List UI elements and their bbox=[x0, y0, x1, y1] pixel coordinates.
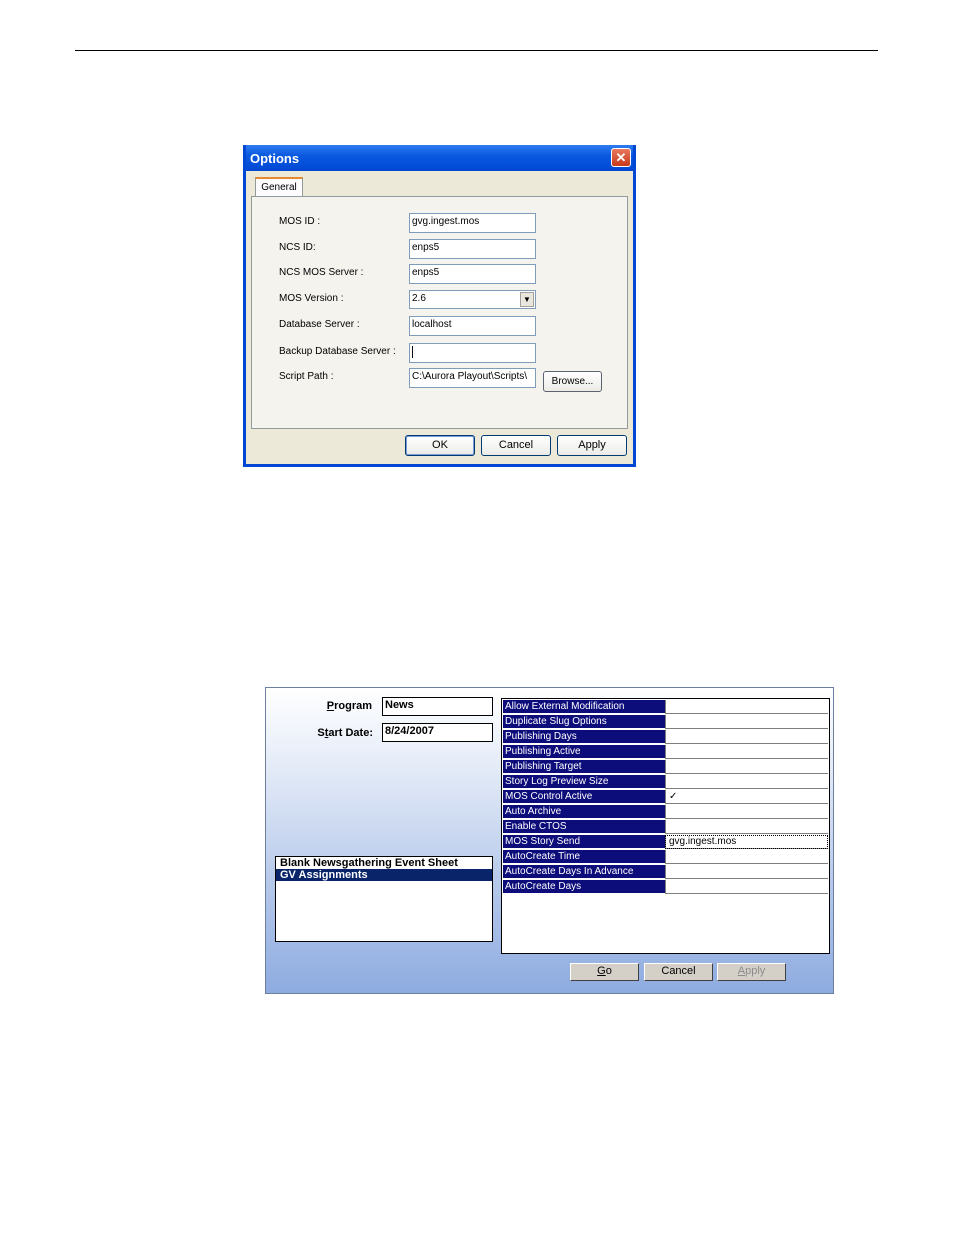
backup-database-server-field[interactable] bbox=[409, 343, 536, 363]
table-row[interactable]: MOS Control Active ✓ bbox=[502, 790, 829, 805]
ncs-mos-server-row: NCS MOS Server : enps5 bbox=[252, 264, 627, 284]
property-name: MOS Control Active bbox=[503, 790, 665, 804]
table-row[interactable]: AutoCreate Days bbox=[502, 880, 829, 895]
options-dialog: Options ✕ General MOS ID : gvg.ingest.mo… bbox=[243, 145, 636, 467]
property-value[interactable] bbox=[665, 775, 828, 789]
dialog-title-bar[interactable]: Options ✕ bbox=[246, 145, 633, 171]
cancel-button[interactable]: Cancel bbox=[481, 435, 551, 456]
property-value[interactable] bbox=[665, 805, 828, 819]
property-name: Publishing Days bbox=[503, 730, 665, 744]
apply-button[interactable]: Apply bbox=[557, 435, 627, 456]
backup-database-server-row: Backup Database Server : bbox=[252, 343, 627, 363]
table-row[interactable]: AutoCreate Days In Advance bbox=[502, 865, 829, 880]
apply-button-rest: pply bbox=[745, 965, 766, 977]
property-name: AutoCreate Days bbox=[503, 880, 665, 894]
script-path-label: Script Path : bbox=[279, 371, 334, 382]
table-row[interactable]: Publishing Active bbox=[502, 745, 829, 760]
property-name: AutoCreate Time bbox=[503, 850, 665, 864]
property-name: AutoCreate Days In Advance bbox=[503, 865, 665, 879]
property-name: Enable CTOS bbox=[503, 820, 665, 834]
table-row[interactable]: Duplicate Slug Options bbox=[502, 715, 829, 730]
mos-version-value: 2.6 bbox=[412, 293, 426, 304]
ncs-id-field[interactable]: enps5 bbox=[409, 239, 536, 259]
property-grid: Allow External Modification Duplicate Sl… bbox=[501, 698, 830, 954]
program-label-hotkey: P bbox=[326, 700, 335, 712]
mos-id-field[interactable]: gvg.ingest.mos bbox=[409, 213, 536, 233]
table-row[interactable]: Allow External Modification bbox=[502, 700, 829, 715]
backup-database-server-label: Backup Database Server : bbox=[279, 346, 396, 357]
program-label: Program bbox=[306, 700, 372, 712]
property-name: Story Log Preview Size bbox=[503, 775, 665, 789]
ncs-id-row: NCS ID: enps5 bbox=[252, 239, 627, 259]
table-row[interactable]: MOS Story Send gvg.ingest.mos bbox=[502, 835, 829, 850]
ncs-mos-server-field[interactable]: enps5 bbox=[409, 264, 536, 284]
mos-id-row: MOS ID : gvg.ingest.mos bbox=[252, 213, 627, 233]
go-button-rest: o bbox=[605, 965, 612, 977]
go-button[interactable]: Go bbox=[570, 963, 639, 981]
chevron-down-icon[interactable]: ▼ bbox=[520, 292, 534, 307]
template-list[interactable]: Blank Newsgathering Event Sheet GV Assig… bbox=[275, 856, 493, 942]
database-server-row: Database Server : localhost bbox=[252, 316, 627, 336]
property-name: Duplicate Slug Options bbox=[503, 715, 665, 729]
check-icon[interactable]: ✓ bbox=[665, 790, 828, 804]
property-name: Allow External Modification bbox=[503, 700, 665, 714]
cancel-button[interactable]: Cancel bbox=[644, 963, 713, 981]
property-name: Publishing Active bbox=[503, 745, 665, 759]
list-item-selected[interactable]: GV Assignments bbox=[276, 869, 492, 881]
dialog-body: General MOS ID : gvg.ingest.mos NCS ID: … bbox=[246, 171, 633, 464]
close-icon[interactable]: ✕ bbox=[611, 148, 631, 167]
property-value[interactable] bbox=[665, 850, 828, 864]
apply-button[interactable]: Apply bbox=[717, 963, 786, 981]
program-input[interactable]: News bbox=[382, 697, 493, 716]
property-name: Auto Archive bbox=[503, 805, 665, 819]
text-caret bbox=[412, 346, 413, 358]
mos-id-label: MOS ID : bbox=[279, 216, 321, 227]
database-server-label: Database Server : bbox=[279, 319, 360, 330]
browse-button[interactable]: Browse... bbox=[543, 371, 602, 392]
list-item[interactable]: Blank Newsgathering Event Sheet bbox=[276, 857, 492, 869]
ncs-id-label: NCS ID: bbox=[279, 242, 316, 253]
table-row[interactable]: AutoCreate Time bbox=[502, 850, 829, 865]
database-server-field[interactable]: localhost bbox=[409, 316, 536, 336]
program-label-rest: rogram bbox=[334, 700, 372, 712]
property-value[interactable] bbox=[665, 715, 828, 729]
property-value[interactable] bbox=[665, 700, 828, 714]
table-row[interactable]: Publishing Target bbox=[502, 760, 829, 775]
table-row[interactable]: Auto Archive bbox=[502, 805, 829, 820]
general-tab-panel: MOS ID : gvg.ingest.mos NCS ID: enps5 NC… bbox=[251, 196, 628, 429]
property-name: MOS Story Send bbox=[503, 835, 665, 849]
go-button-hotkey: G bbox=[597, 965, 606, 977]
property-value[interactable] bbox=[665, 865, 828, 879]
property-value[interactable] bbox=[665, 730, 828, 744]
property-value[interactable] bbox=[665, 745, 828, 759]
start-date-input[interactable]: 8/24/2007 bbox=[382, 723, 493, 742]
table-row[interactable]: Story Log Preview Size bbox=[502, 775, 829, 790]
ok-button[interactable]: OK bbox=[405, 435, 475, 456]
mos-version-row: MOS Version : 2.6 ▼ bbox=[252, 290, 627, 310]
start-date-label-prefix: S bbox=[317, 727, 325, 739]
start-date-label: Start Date: bbox=[296, 727, 373, 739]
property-value[interactable] bbox=[665, 880, 828, 894]
mos-version-label: MOS Version : bbox=[279, 293, 344, 304]
property-name: Publishing Target bbox=[503, 760, 665, 774]
ncs-mos-server-label: NCS MOS Server : bbox=[279, 267, 364, 278]
table-row[interactable]: Publishing Days bbox=[502, 730, 829, 745]
page-top-rule bbox=[75, 50, 878, 51]
table-row[interactable]: Enable CTOS bbox=[502, 820, 829, 835]
start-date-label-rest: art Date: bbox=[328, 727, 373, 739]
property-value-focused[interactable]: gvg.ingest.mos bbox=[665, 835, 828, 849]
dialog-title: Options bbox=[250, 151, 300, 166]
property-value[interactable] bbox=[665, 820, 828, 834]
apply-button-hotkey: A bbox=[737, 965, 746, 977]
property-value[interactable] bbox=[665, 760, 828, 774]
script-path-field[interactable]: C:\Aurora Playout\Scripts\ bbox=[409, 368, 536, 388]
mos-version-select[interactable]: 2.6 ▼ bbox=[409, 290, 536, 309]
program-panel: Program News Start Date: 8/24/2007 Blank… bbox=[265, 687, 834, 994]
tab-general[interactable]: General bbox=[255, 177, 303, 197]
